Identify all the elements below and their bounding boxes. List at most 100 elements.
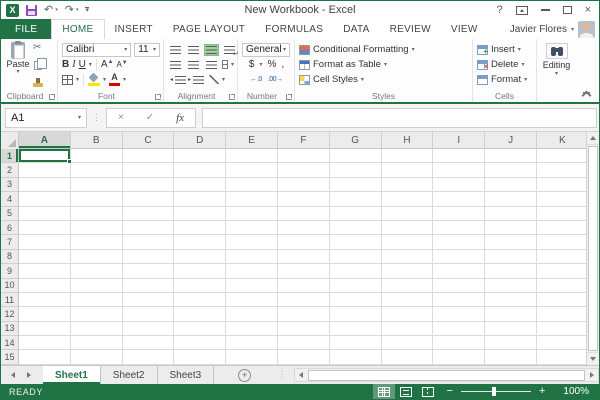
- cell-B5[interactable]: [71, 207, 123, 221]
- cell-K9[interactable]: [537, 264, 589, 278]
- column-header-J[interactable]: J: [485, 132, 537, 148]
- cell-B11[interactable]: [71, 293, 123, 307]
- cell-B7[interactable]: [71, 235, 123, 249]
- enter-icon[interactable]: ✓: [146, 112, 154, 123]
- cell-K4[interactable]: [537, 192, 589, 206]
- cell-H7[interactable]: [382, 235, 434, 249]
- shrink-font-button[interactable]: A▼: [116, 60, 127, 69]
- dropdown-icon[interactable]: ▾: [524, 77, 527, 83]
- cell-C8[interactable]: [123, 250, 175, 264]
- cell-K6[interactable]: [537, 221, 589, 235]
- fill-handle[interactable]: [67, 159, 72, 164]
- cell-A9[interactable]: [19, 264, 71, 278]
- cell-G7[interactable]: [330, 235, 382, 249]
- cell-J14[interactable]: [485, 336, 537, 350]
- cell-F4[interactable]: [278, 192, 330, 206]
- cell-B12[interactable]: [71, 307, 123, 321]
- row-header-4[interactable]: 4: [1, 192, 19, 206]
- cell-G10[interactable]: [330, 279, 382, 293]
- font-color-icon[interactable]: A: [109, 73, 120, 86]
- cell-A6[interactable]: [19, 221, 71, 235]
- tab-home[interactable]: HOME: [51, 19, 104, 39]
- cell-D2[interactable]: [174, 163, 226, 177]
- cell-J3[interactable]: [485, 178, 537, 192]
- zoom-level[interactable]: 100%: [553, 386, 589, 397]
- cell-G5[interactable]: [330, 207, 382, 221]
- cell-H2[interactable]: [382, 163, 434, 177]
- cell-J10[interactable]: [485, 279, 537, 293]
- cell-G6[interactable]: [330, 221, 382, 235]
- column-header-C[interactable]: C: [123, 132, 175, 148]
- cell-C4[interactable]: [123, 192, 175, 206]
- cell-C1[interactable]: [123, 149, 175, 163]
- cell-I2[interactable]: [433, 163, 485, 177]
- cell-E6[interactable]: [226, 221, 278, 235]
- cell-I10[interactable]: [433, 279, 485, 293]
- cell-K11[interactable]: [537, 293, 589, 307]
- new-sheet-icon[interactable]: +: [238, 369, 251, 382]
- fill-color-icon[interactable]: [88, 74, 100, 86]
- align-right-icon[interactable]: [204, 59, 219, 71]
- cell-G14[interactable]: [330, 336, 382, 350]
- cell-A2[interactable]: [19, 163, 71, 177]
- customize-qat-icon[interactable]: ▾: [85, 7, 89, 13]
- formula-input[interactable]: [202, 108, 597, 128]
- row-header-13[interactable]: 13: [1, 322, 19, 336]
- horizontal-scrollbar-thumb[interactable]: [308, 370, 585, 381]
- cell-H11[interactable]: [382, 293, 434, 307]
- cell-I7[interactable]: [433, 235, 485, 249]
- column-header-F[interactable]: F: [278, 132, 330, 148]
- cell-B4[interactable]: [71, 192, 123, 206]
- cell-E12[interactable]: [226, 307, 278, 321]
- cell-C10[interactable]: [123, 279, 175, 293]
- format-button[interactable]: Format▾: [477, 72, 533, 87]
- cell-D13[interactable]: [174, 322, 226, 336]
- scroll-down-icon[interactable]: [587, 352, 599, 365]
- row-header-11[interactable]: 11: [1, 293, 19, 307]
- cell-J5[interactable]: [485, 207, 537, 221]
- cell-K14[interactable]: [537, 336, 589, 350]
- cell-I14[interactable]: [433, 336, 485, 350]
- dropdown-icon[interactable]: ▾: [412, 47, 415, 53]
- cell-F1[interactable]: [278, 149, 330, 163]
- cell-A5[interactable]: [19, 207, 71, 221]
- cell-G9[interactable]: [330, 264, 382, 278]
- horizontal-scrollbar[interactable]: [294, 368, 599, 382]
- row-header-15[interactable]: 15: [1, 350, 19, 364]
- cell-B1[interactable]: [71, 149, 123, 163]
- cell-H14[interactable]: [382, 336, 434, 350]
- cell-K7[interactable]: [537, 235, 589, 249]
- cell-F12[interactable]: [278, 307, 330, 321]
- merge-center-dropdown-icon[interactable]: ▾: [231, 62, 234, 68]
- cell-B8[interactable]: [71, 250, 123, 264]
- cell-G4[interactable]: [330, 192, 382, 206]
- cell-F10[interactable]: [278, 279, 330, 293]
- row-header-10[interactable]: 10: [1, 279, 19, 293]
- cell-H15[interactable]: [382, 350, 434, 364]
- cell-H6[interactable]: [382, 221, 434, 235]
- cell-E4[interactable]: [226, 192, 278, 206]
- next-sheet-icon[interactable]: [27, 372, 31, 378]
- cell-A4[interactable]: [19, 192, 71, 206]
- align-left-icon[interactable]: [168, 59, 183, 71]
- cell-G1[interactable]: [330, 149, 382, 163]
- cell-E7[interactable]: [226, 235, 278, 249]
- cell-F9[interactable]: [278, 264, 330, 278]
- borders-icon[interactable]: [62, 75, 73, 85]
- cell-I5[interactable]: [433, 207, 485, 221]
- cell-J15[interactable]: [485, 350, 537, 364]
- row-header-1[interactable]: 1: [1, 149, 19, 163]
- tab-file[interactable]: FILE: [1, 19, 51, 39]
- column-header-I[interactable]: I: [433, 132, 485, 148]
- cell-F15[interactable]: [278, 350, 330, 364]
- cell-I1[interactable]: [433, 149, 485, 163]
- font-size-dropdown-icon[interactable]: ▾: [153, 47, 156, 53]
- cell-D7[interactable]: [174, 235, 226, 249]
- cell-E1[interactable]: [226, 149, 278, 163]
- tab-insert[interactable]: INSERT: [105, 19, 163, 39]
- number-dialog-launcher-icon[interactable]: [286, 94, 292, 100]
- font-name-dropdown-icon[interactable]: ▾: [124, 47, 127, 53]
- align-middle-icon[interactable]: [186, 44, 201, 56]
- cell-A10[interactable]: [19, 279, 71, 293]
- cell-E8[interactable]: [226, 250, 278, 264]
